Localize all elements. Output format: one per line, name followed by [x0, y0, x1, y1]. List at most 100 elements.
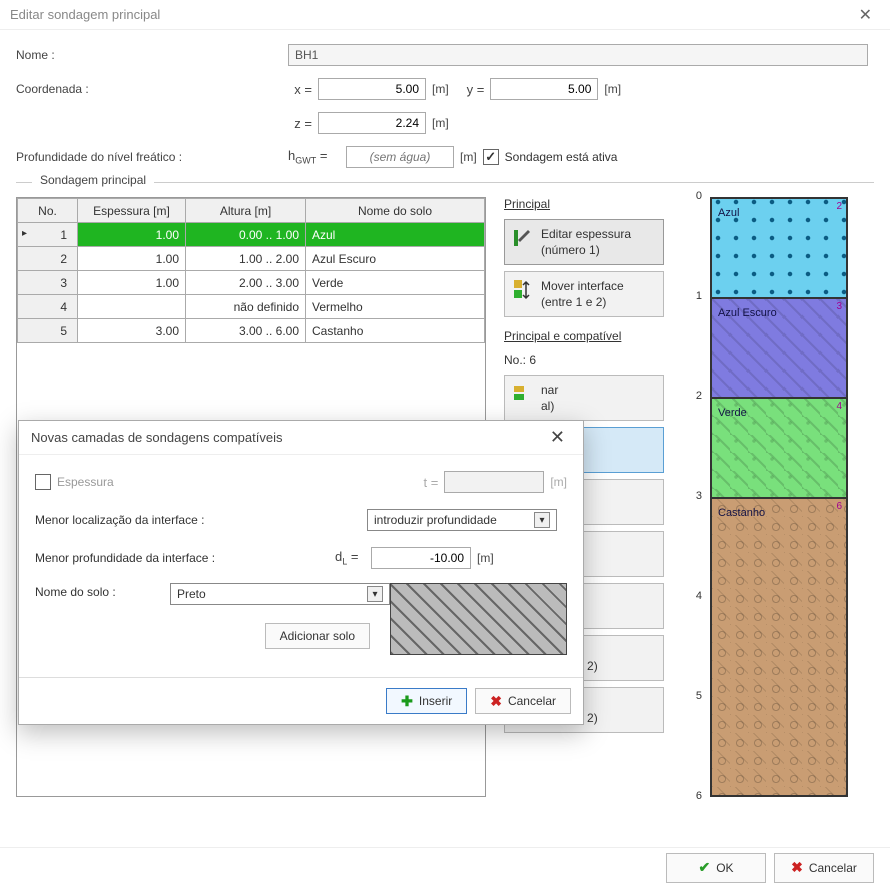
y-label: y =	[467, 82, 485, 97]
no-text: No.: 6	[504, 353, 664, 367]
cell-esp: 1.00	[78, 223, 186, 247]
axis-tick: 6	[682, 790, 702, 802]
edit-thickness-button[interactable]: Editar espessura (número 1)	[504, 219, 664, 265]
th-no: No.	[18, 199, 78, 223]
gwt-label: Profundidade do nível freático :	[16, 150, 288, 164]
modal-cancel-button[interactable]: ✖ Cancelar	[475, 688, 571, 714]
chevron-down-icon: ▾	[534, 512, 550, 528]
chevron-down-icon: ▾	[367, 586, 383, 602]
cell-esp: 3.00	[78, 319, 186, 343]
x-unit: [m]	[432, 82, 449, 96]
espessura-label: Espessura	[57, 475, 424, 489]
table-row[interactable]: 21.001.00 .. 2.00Azul Escuro	[18, 247, 485, 271]
layer-index: 2	[836, 201, 842, 212]
layer-index: 4	[836, 401, 842, 412]
y-unit: [m]	[604, 82, 621, 96]
layer-name: Verde	[718, 407, 747, 420]
x-input[interactable]	[318, 78, 426, 100]
layer-index: 6	[836, 501, 842, 512]
name-input[interactable]	[288, 44, 868, 66]
axis-tick: 5	[682, 690, 702, 702]
cell-esp: 1.00	[78, 247, 186, 271]
dl-symbol: dL =	[335, 549, 365, 567]
espessura-checkbox[interactable]	[35, 474, 51, 490]
t-input	[444, 471, 544, 493]
layer-name: Azul Escuro	[718, 307, 777, 320]
strata-chart: Azul2Azul Escuro3Verde4Castanho60123456	[682, 197, 852, 797]
row-no: ▸1	[18, 223, 78, 247]
stratum-layer: Verde 4	[712, 397, 846, 497]
z-input[interactable]	[318, 112, 426, 134]
row-no: 3	[18, 271, 78, 295]
name-label: Nome :	[16, 48, 288, 62]
soil-swatch	[390, 583, 567, 655]
fieldset-legend: Sondagem principal	[32, 173, 154, 187]
th-alt: Altura [m]	[186, 199, 306, 223]
x-label: x =	[288, 82, 312, 97]
cell-solo: Vermelho	[306, 295, 485, 319]
layer-name: Azul	[718, 207, 739, 220]
table-row[interactable]: ▸11.000.00 .. 1.00Azul	[18, 223, 485, 247]
z-unit: [m]	[432, 116, 449, 130]
new-layers-modal: Novas camadas de sondagens compatíveis ✕…	[18, 420, 584, 725]
layer-icon	[513, 382, 533, 406]
axis-tick: 0	[682, 190, 702, 202]
cell-alt: não definido	[186, 295, 306, 319]
window-title: Editar sondagem principal	[10, 7, 160, 22]
add-soil-button[interactable]: Adicionar solo	[265, 623, 370, 649]
gwt-symbol: hGWT =	[288, 148, 340, 166]
edit-icon	[513, 226, 533, 250]
menor-prof-label: Menor profundidade da interface :	[35, 551, 335, 565]
row-no: 5	[18, 319, 78, 343]
cell-alt: 2.00 .. 3.00	[186, 271, 306, 295]
move-icon	[513, 278, 533, 302]
gwt-input[interactable]	[346, 146, 454, 168]
modal-title: Novas camadas de sondagens compatíveis	[31, 430, 282, 445]
cancel-button[interactable]: ✖ Cancelar	[774, 853, 874, 883]
plus-icon: ✚	[401, 693, 413, 710]
coord-label: Coordenada :	[16, 82, 288, 96]
layer-index: 3	[836, 301, 842, 312]
partial-button-1[interactable]: naral)	[504, 375, 664, 421]
menor-loc-label: Menor localização da interface :	[35, 513, 335, 527]
t-label: t =	[424, 475, 439, 490]
x-icon: ✖	[791, 859, 803, 876]
cell-alt: 3.00 .. 6.00	[186, 319, 306, 343]
cell-solo: Azul Escuro	[306, 247, 485, 271]
stratum-layer: Azul Escuro 3	[712, 297, 846, 397]
stratum-layer: Azul 2	[712, 197, 846, 297]
y-input[interactable]	[490, 78, 598, 100]
menor-loc-select[interactable]: introduzir profundidade ▾	[367, 509, 557, 531]
active-label: Sondagem está ativa	[505, 150, 618, 164]
solo-select[interactable]: Preto ▾	[170, 583, 390, 605]
modal-close-icon[interactable]: ✕	[544, 425, 571, 450]
layer-name: Castanho	[718, 507, 765, 520]
axis-tick: 1	[682, 290, 702, 302]
cell-solo: Azul	[306, 223, 485, 247]
cell-solo: Verde	[306, 271, 485, 295]
table-row[interactable]: 4 não definidoVermelho	[18, 295, 485, 319]
active-checkbox[interactable]: ✓	[483, 149, 499, 165]
cell-solo: Castanho	[306, 319, 485, 343]
row-no: 2	[18, 247, 78, 271]
close-icon[interactable]: ✕	[851, 3, 880, 27]
compat-header: Principal e compatível	[504, 329, 664, 343]
stratum-layer: Castanho 6	[712, 497, 846, 797]
dl-unit: [m]	[477, 551, 494, 565]
th-solo: Nome do solo	[306, 199, 485, 223]
axis-tick: 4	[682, 590, 702, 602]
move-interface-button[interactable]: Mover interface (entre 1 e 2)	[504, 271, 664, 317]
modal-titlebar: Novas camadas de sondagens compatíveis ✕	[19, 421, 583, 455]
table-row[interactable]: 31.002.00 .. 3.00Verde	[18, 271, 485, 295]
row-no: 4	[18, 295, 78, 319]
solo-label: Nome do solo :	[35, 583, 170, 599]
check-icon: ✔	[698, 859, 710, 876]
axis-tick: 2	[682, 390, 702, 402]
dl-input[interactable]	[371, 547, 471, 569]
cell-alt: 1.00 .. 2.00	[186, 247, 306, 271]
insert-button[interactable]: ✚ Inserir	[386, 688, 467, 714]
table-row[interactable]: 53.003.00 .. 6.00Castanho	[18, 319, 485, 343]
ok-button[interactable]: ✔ OK	[666, 853, 766, 883]
cell-alt: 0.00 .. 1.00	[186, 223, 306, 247]
table-header-row: No. Espessura [m] Altura [m] Nome do sol…	[18, 199, 485, 223]
